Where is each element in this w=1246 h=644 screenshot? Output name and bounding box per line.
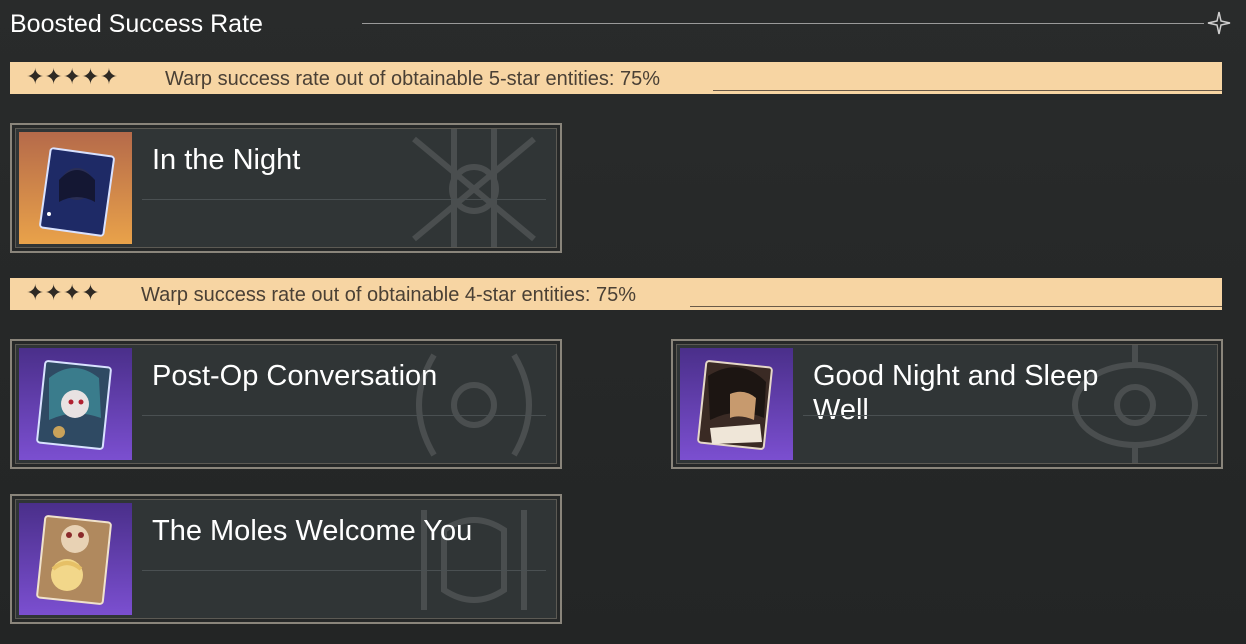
light-cone-title: In the Night [152, 144, 301, 176]
card-divider [142, 415, 546, 416]
light-cone-card[interactable]: The Moles Welcome You [10, 494, 562, 624]
page-title: Boosted Success Rate [10, 10, 263, 38]
card-divider [803, 415, 1207, 416]
light-cone-card[interactable]: In the Night [10, 123, 562, 253]
light-cone-title: Good Night and Sleep Well [813, 360, 1099, 426]
light-cone-portrait-icon [680, 348, 793, 460]
card-divider [142, 570, 546, 571]
five-star-rating-icon: ✦✦✦✦✦ [26, 64, 119, 89]
light-cone-portrait-icon [19, 348, 132, 460]
four-star-rating-icon: ✦✦✦✦ [26, 280, 100, 305]
five-star-rate-text: Warp success rate out of obtainable 5-st… [165, 68, 661, 90]
card-divider [142, 199, 546, 200]
boosted-success-rate-panel: Boosted Success Rate ✦✦✦✦✦ Warp success … [0, 0, 1246, 644]
four-star-rate-underline [690, 306, 1222, 307]
light-cone-card[interactable]: Post-Op Conversation [10, 339, 562, 469]
sparkle-icon [1207, 11, 1231, 35]
header: Boosted Success Rate [10, 8, 1232, 42]
light-cone-portrait-icon [19, 503, 132, 615]
five-star-rate-bar: ✦✦✦✦✦ Warp success rate out of obtainabl… [10, 62, 1222, 94]
light-cone-card[interactable]: Good Night and Sleep Well [671, 339, 1223, 469]
four-star-rate-bar: ✦✦✦✦ Warp success rate out of obtainable… [10, 278, 1222, 310]
light-cone-title: The Moles Welcome You [152, 515, 473, 547]
light-cone-portrait-icon [19, 132, 132, 244]
light-cone-title: Post-Op Conversation [152, 360, 438, 392]
header-divider [362, 23, 1204, 24]
five-star-rate-underline [713, 90, 1222, 91]
four-star-rate-text: Warp success rate out of obtainable 4-st… [141, 284, 637, 306]
